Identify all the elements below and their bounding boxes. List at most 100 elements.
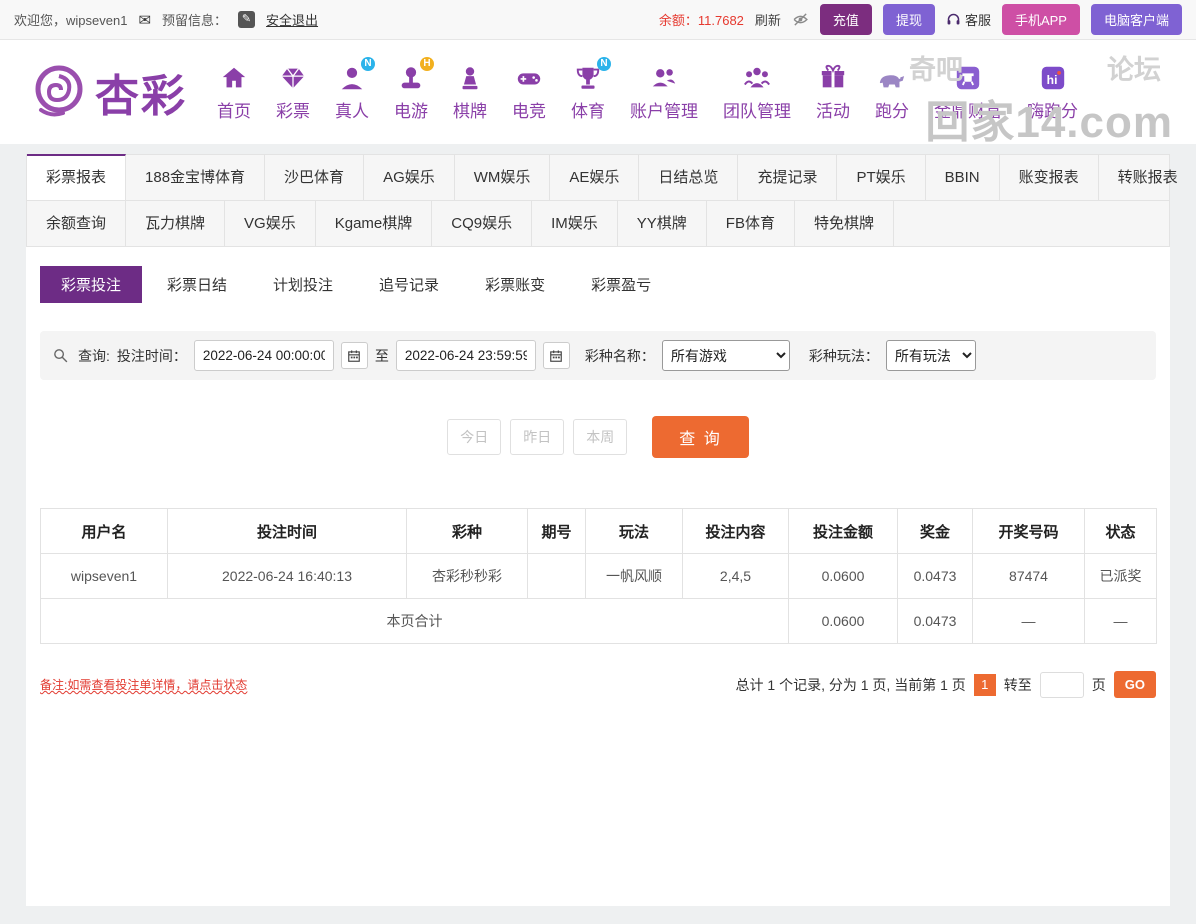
subtab-lottery-profit-loss[interactable]: 彩票盈亏: [570, 266, 672, 303]
site-header: 杏彩 首页 彩票 N 真人: [0, 40, 1196, 144]
reserved-info-label: 预留信息：: [162, 10, 227, 29]
tab-vg[interactable]: VG娱乐: [225, 201, 316, 246]
nav-item-team[interactable]: 团队管理: [723, 62, 791, 122]
paofen-rhino-icon: [877, 62, 907, 94]
game-select[interactable]: 所有游戏: [662, 340, 790, 371]
eye-off-icon[interactable]: [792, 11, 809, 28]
nav-item-account[interactable]: 账户管理: [630, 62, 698, 122]
tabs-row-1: 彩票报表 188金宝博体育 沙巴体育 AG娱乐 WM娱乐 AE娱乐 日结总览 充…: [27, 155, 1169, 200]
current-page-button[interactable]: 1: [974, 674, 996, 696]
main-nav: 首页 彩票 N 真人 H 电游: [217, 62, 1078, 122]
account-users-icon: [650, 62, 678, 94]
nav-item-egames[interactable]: H 电游: [394, 62, 428, 122]
cell-bet-amount: 0.0600: [789, 554, 898, 599]
edit-icon[interactable]: ✎: [238, 11, 255, 28]
calendar-icon[interactable]: [543, 342, 570, 369]
col-status: 状态: [1085, 509, 1157, 554]
table-header-row: 用户名 投注时间 彩种 期号 玩法 投注内容 投注金额 奖金 开奖号码 状态: [41, 509, 1157, 554]
esports-gamepad-icon: [515, 62, 543, 94]
today-button[interactable]: 今日: [447, 419, 501, 455]
activity-gift-icon: [819, 62, 847, 94]
nav-item-chess[interactable]: 棋牌: [453, 62, 487, 122]
cell-status-link[interactable]: 已派奖: [1085, 554, 1157, 599]
home-icon: [220, 62, 248, 94]
yesterday-button[interactable]: 昨日: [510, 419, 564, 455]
hi-paofen-icon: hi: [1039, 62, 1067, 94]
col-draw-numbers: 开奖号码: [973, 509, 1085, 554]
tab-wali-chess[interactable]: 瓦力棋牌: [126, 201, 225, 246]
tab-im[interactable]: IM娱乐: [532, 201, 618, 246]
bet-time-to-input[interactable]: [396, 340, 536, 371]
nav-item-hipaofen[interactable]: hi 嗨跑分: [1027, 62, 1078, 122]
message-icon[interactable]: ✉: [138, 11, 151, 29]
tab-ag[interactable]: AG娱乐: [364, 155, 455, 200]
nav-item-activity[interactable]: 活动: [816, 62, 850, 122]
tab-deposit-withdraw-record[interactable]: 充提记录: [738, 155, 837, 200]
tab-wm[interactable]: WM娱乐: [455, 155, 551, 200]
tab-transfer-report[interactable]: 转账报表: [1099, 155, 1196, 200]
this-week-button[interactable]: 本周: [573, 419, 627, 455]
col-username: 用户名: [41, 509, 168, 554]
subtab-chase-record[interactable]: 追号记录: [358, 266, 460, 303]
goto-page-input[interactable]: [1040, 672, 1084, 698]
search-bar: 查询: 投注时间： 至 彩种名称： 所有游戏 彩种玩法： 所有玩法: [40, 331, 1156, 380]
tab-daily-overview[interactable]: 日结总览: [639, 155, 738, 200]
col-bet-time: 投注时间: [168, 509, 407, 554]
tab-ae[interactable]: AE娱乐: [550, 155, 639, 200]
bet-time-from-input[interactable]: [194, 340, 334, 371]
subtab-lottery-bets[interactable]: 彩票投注: [40, 266, 142, 303]
tab-balance-query[interactable]: 余额查询: [27, 201, 126, 246]
table-summary-row: 本页合计 0.0600 0.0473 — —: [41, 599, 1157, 644]
summary-numbers: —: [973, 599, 1085, 644]
cell-prize: 0.0473: [898, 554, 973, 599]
subtab-lottery-balance-change[interactable]: 彩票账变: [464, 266, 566, 303]
tab-cq9[interactable]: CQ9娱乐: [432, 201, 532, 246]
tabs-row-2: 余额查询 瓦力棋牌 VG娱乐 Kgame棋牌 CQ9娱乐 IM娱乐 YY棋牌 F…: [27, 200, 1169, 246]
nav-item-paofen[interactable]: 跑分: [875, 62, 909, 122]
nav-item-home[interactable]: 首页: [217, 62, 251, 122]
tab-bbin[interactable]: BBIN: [926, 155, 1000, 200]
play-select[interactable]: 所有玩法: [886, 340, 976, 371]
summary-status: —: [1085, 599, 1157, 644]
svg-text:hi: hi: [1046, 73, 1057, 87]
tab-lottery-report[interactable]: 彩票报表: [27, 154, 126, 200]
tab-188-sports[interactable]: 188金宝博体育: [126, 155, 265, 200]
nav-item-live[interactable]: N 真人: [335, 62, 369, 122]
tab-kgame[interactable]: Kgame棋牌: [316, 201, 433, 246]
report-tabs: 彩票报表 188金宝博体育 沙巴体育 AG娱乐 WM娱乐 AE娱乐 日结总览 充…: [26, 154, 1170, 247]
col-play: 玩法: [586, 509, 683, 554]
team-users-icon: [743, 62, 771, 94]
col-issue: 期号: [528, 509, 586, 554]
tab-fb-sports[interactable]: FB体育: [707, 201, 795, 246]
nav-item-jinding[interactable]: 金鼎财富: [934, 62, 1002, 122]
quick-filter-row: 今日 昨日 本周 查 询: [26, 416, 1170, 458]
refresh-link[interactable]: 刷新: [755, 10, 781, 29]
table-row: wipseven1 2022-06-24 16:40:13 杏彩秒秒彩 一帆风顺…: [41, 554, 1157, 599]
nav-item-sports[interactable]: N 体育: [571, 62, 605, 122]
mobile-app-button[interactable]: 手机APP: [1002, 4, 1080, 35]
search-icon: [52, 347, 69, 364]
withdraw-button[interactable]: 提现: [883, 4, 935, 35]
tab-yy-chess[interactable]: YY棋牌: [618, 201, 707, 246]
customer-service-link[interactable]: 客服: [946, 10, 991, 29]
go-button[interactable]: GO: [1114, 671, 1156, 698]
calendar-icon[interactable]: [341, 342, 368, 369]
tab-temian-chess[interactable]: 特免棋牌: [795, 201, 894, 246]
subtab-plan-bets[interactable]: 计划投注: [252, 266, 354, 303]
pc-client-button[interactable]: 电脑客户端: [1091, 4, 1182, 35]
logout-link[interactable]: 安全退出: [266, 10, 318, 29]
brand-name: 杏彩: [95, 60, 187, 124]
deposit-button[interactable]: 充值: [820, 4, 872, 35]
welcome-text: 欢迎您，wipseven1: [14, 10, 127, 29]
hot-badge: H: [420, 57, 434, 71]
nav-item-lottery[interactable]: 彩票: [276, 62, 310, 122]
balance-label: 余额：: [659, 13, 698, 28]
search-submit-button[interactable]: 查 询: [652, 416, 748, 458]
tab-balance-change-report[interactable]: 账变报表: [1000, 155, 1099, 200]
lottery-ticket-icon: [279, 62, 307, 94]
nav-item-esports[interactable]: 电竞: [512, 62, 546, 122]
tab-shaba-sports[interactable]: 沙巴体育: [265, 155, 364, 200]
brand-logo[interactable]: 杏彩: [31, 60, 187, 124]
tab-pt[interactable]: PT娱乐: [837, 155, 925, 200]
subtab-lottery-daily[interactable]: 彩票日结: [146, 266, 248, 303]
